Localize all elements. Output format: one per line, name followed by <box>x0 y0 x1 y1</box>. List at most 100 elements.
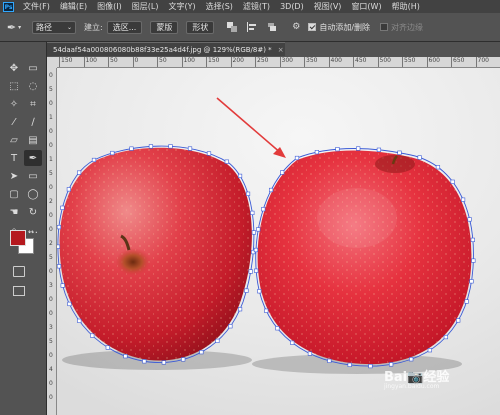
pen-tool-preset-picker[interactable]: ✒ ▾ <box>0 17 28 37</box>
screen-mode-icon[interactable] <box>13 286 25 296</box>
anchor-point[interactable] <box>244 288 249 293</box>
anchor-point[interactable] <box>347 362 352 367</box>
anchor-point[interactable] <box>181 357 186 362</box>
tool-mode-select[interactable]: 路径 ⌄ <box>32 20 76 34</box>
auto-add-delete-checkbox[interactable] <box>308 23 317 31</box>
path-selection-tool[interactable]: ➤ <box>5 168 23 184</box>
anchor-point[interactable] <box>187 146 193 151</box>
brush-tool[interactable]: ∕ <box>24 114 42 130</box>
menu-3d[interactable]: 3D(D) <box>280 2 304 11</box>
anchor-point[interactable] <box>253 247 259 253</box>
anchor-point[interactable] <box>417 155 422 160</box>
anchor-point[interactable] <box>268 187 274 193</box>
align-edges-checkbox[interactable] <box>380 23 389 31</box>
anchor-point[interactable] <box>397 150 402 155</box>
anchor-point[interactable] <box>460 197 466 202</box>
anchor-point[interactable] <box>256 227 261 232</box>
anchor-point[interactable] <box>264 308 269 313</box>
menu-filter[interactable]: 滤镜(T) <box>243 1 270 12</box>
path-operations-icon[interactable] <box>226 21 238 33</box>
anchor-point[interactable] <box>307 351 313 356</box>
anchor-point[interactable] <box>57 264 62 269</box>
anchor-point[interactable] <box>248 269 253 274</box>
anchor-point[interactable] <box>60 283 65 288</box>
close-icon[interactable]: × <box>278 46 284 54</box>
make-selection-button[interactable]: 选区... <box>106 20 143 34</box>
anchor-point[interactable] <box>450 179 455 184</box>
anchor-point[interactable] <box>148 144 154 149</box>
gear-icon[interactable]: ⚙ <box>290 21 302 33</box>
anchor-point[interactable] <box>275 326 280 331</box>
make-mask-button[interactable]: 蒙版 <box>150 20 179 34</box>
make-shape-button[interactable]: 形状 <box>186 20 215 34</box>
anchor-point[interactable] <box>471 258 476 263</box>
menu-image[interactable]: 图像(I) <box>97 1 122 12</box>
anchor-point[interactable] <box>335 147 340 152</box>
anchor-point[interactable] <box>294 155 300 161</box>
rotate-view-tool[interactable]: ↻ <box>24 204 42 220</box>
anchor-point[interactable] <box>435 165 441 170</box>
anchor-point[interactable] <box>237 173 243 179</box>
crop-tool[interactable]: ⌗ <box>24 96 42 112</box>
menu-edit[interactable]: 编辑(E) <box>60 1 87 12</box>
magic-wand-tool[interactable]: ✧ <box>5 96 23 112</box>
anchor-point[interactable] <box>90 333 95 338</box>
anchor-point[interactable] <box>77 170 82 175</box>
anchor-point[interactable] <box>67 301 72 307</box>
swap-colors-icon[interactable]: ↔ <box>28 228 34 236</box>
anchor-point[interactable] <box>224 159 229 164</box>
hand-tool[interactable]: ☚ <box>5 204 23 220</box>
anchor-point[interactable] <box>467 217 472 222</box>
rectangle-tool[interactable]: ▭ <box>24 168 42 184</box>
anchor-point[interactable] <box>237 307 243 312</box>
anchor-point[interactable] <box>105 345 110 350</box>
anchor-point[interactable] <box>456 318 461 323</box>
anchor-point[interactable] <box>314 150 320 155</box>
anchor-point[interactable] <box>91 157 97 163</box>
anchor-point[interactable] <box>368 364 373 369</box>
anchor-point[interactable] <box>110 150 115 156</box>
anchor-point[interactable] <box>443 334 448 340</box>
menu-layer[interactable]: 图层(L) <box>132 1 159 12</box>
anchor-point[interactable] <box>129 146 134 151</box>
menu-file[interactable]: 文件(F) <box>23 1 50 12</box>
menu-type[interactable]: 文字(Y) <box>168 1 195 12</box>
menu-view[interactable]: 视图(V) <box>314 1 342 12</box>
anchor-point[interactable] <box>327 358 332 363</box>
anchor-point[interactable] <box>251 230 256 235</box>
anchor-point[interactable] <box>215 338 220 343</box>
type-tool[interactable]: T <box>5 150 23 166</box>
document-canvas[interactable] <box>57 68 500 415</box>
marquee-tool[interactable]: ⬚ <box>5 78 23 94</box>
gradient-tool[interactable]: ▤ <box>24 132 42 148</box>
anchor-point[interactable] <box>257 289 262 294</box>
anchor-point[interactable] <box>123 354 128 359</box>
quick-mask-icon[interactable] <box>13 266 25 277</box>
anchor-point[interactable] <box>290 340 295 345</box>
anchor-point[interactable] <box>77 318 82 323</box>
anchor-point[interactable] <box>199 350 204 355</box>
ruler-vertical[interactable]: 0 5 0 1 0 0 1 5 0 2 0 0 2 5 0 3 0 0 3 5 0 4 0 0 <box>47 68 57 415</box>
anchor-point[interactable] <box>409 357 414 362</box>
menu-help[interactable]: 帮助(H) <box>392 1 420 12</box>
ruler-origin[interactable] <box>47 57 57 68</box>
ruler-horizontal[interactable]: 150 100 50 0 50 100 150 200 250 300 350 400 450 500 55… <box>57 57 500 68</box>
anchor-point[interactable] <box>250 210 255 216</box>
anchor-point[interactable] <box>254 268 259 273</box>
pen-tool[interactable]: ✒ <box>24 150 42 166</box>
anchor-point[interactable] <box>469 279 474 284</box>
anchor-point[interactable] <box>464 299 469 304</box>
anchor-point[interactable] <box>66 187 71 192</box>
anchor-point[interactable] <box>376 147 382 152</box>
anchor-point[interactable] <box>142 359 147 364</box>
anchor-point[interactable] <box>245 191 251 196</box>
path-alignment-icon[interactable] <box>246 21 258 33</box>
anchor-point[interactable] <box>206 151 212 156</box>
rounded-rect-tool[interactable]: ▢ <box>5 186 23 202</box>
anchor-point[interactable] <box>427 348 432 353</box>
menu-window[interactable]: 窗口(W) <box>351 1 381 12</box>
artboard-tool[interactable]: ▭ <box>24 60 42 76</box>
eyedropper-tool[interactable]: ⁄ <box>5 114 23 130</box>
path-arrangement-icon[interactable] <box>266 21 278 33</box>
eraser-tool[interactable]: ▱ <box>5 132 23 148</box>
